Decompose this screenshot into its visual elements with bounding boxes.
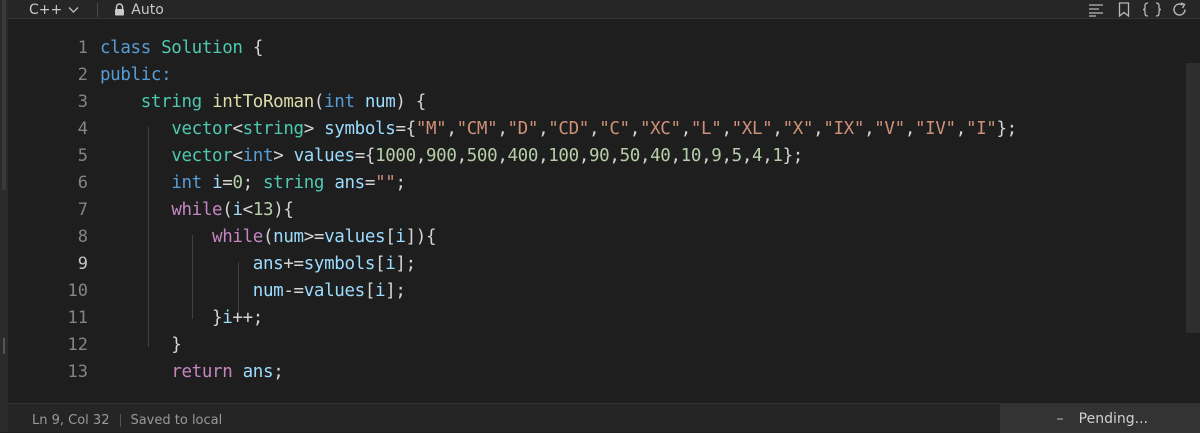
left-panel-edge (0, 0, 8, 432)
line-number: 11 (67, 308, 88, 328)
code-text: vector<string> symbols={"M","CM","D","CD… (171, 119, 1017, 139)
line-number: 1 (77, 38, 88, 58)
line-number: 5 (77, 146, 88, 166)
line-number: 3 (77, 92, 88, 112)
format-code-icon[interactable] (1086, 1, 1106, 19)
code-line: 12 } (8, 332, 1168, 359)
code-text: num-=values[i]; (252, 281, 406, 301)
code-text: while(num>=values[i]){ (212, 227, 437, 247)
reset-icon[interactable] (1170, 1, 1190, 19)
pending-label: Pending... (1078, 410, 1148, 427)
line-number: 12 (67, 335, 88, 355)
line-number: 9 (77, 254, 88, 274)
left-scroll-thumb[interactable] (2, 0, 6, 190)
braces-icon[interactable] (1142, 1, 1162, 19)
code-line: 10 num-=values[i]; (8, 278, 1168, 305)
code-editor[interactable]: 1 class Solution { 2 public: 3 string in… (8, 19, 1200, 401)
code-line: 1 class Solution { (8, 35, 1168, 62)
language-select[interactable]: C++ (29, 2, 79, 18)
code-line: 11 }i++; (8, 305, 1168, 332)
save-status: Saved to local (130, 413, 223, 428)
mode-indicator[interactable]: Auto (114, 2, 164, 18)
code-text: int i=0; string ans=""; (171, 173, 406, 193)
code-text: public: (100, 65, 172, 85)
code-text: } (100, 335, 182, 355)
code-text: vector<int> values={1000,900,500,400,100… (171, 146, 803, 166)
code-line: 2 public: (8, 62, 1168, 89)
code-line: 13 return ans; (8, 359, 1168, 386)
code-text: class Solution { (100, 38, 263, 58)
code-line: 5 vector<int> values={1000,900,500,400,1… (8, 143, 1168, 170)
line-number: 8 (77, 227, 88, 247)
code-line: 4 vector<string> symbols={"M","CM","D","… (8, 116, 1168, 143)
line-number: 10 (67, 281, 88, 301)
code-line: 7 while(i<13){ (8, 197, 1168, 224)
line-number: 13 (67, 362, 88, 382)
progress-dash (1056, 417, 1063, 420)
lock-icon (115, 3, 125, 16)
language-label: C++ (29, 1, 63, 18)
bookmark-icon[interactable] (1114, 1, 1134, 19)
line-number: 2 (77, 65, 88, 85)
cursor-position: Ln 9, Col 32 (32, 413, 110, 428)
mode-label: Auto (131, 1, 164, 18)
code-line-active: 9 ans+=symbols[i]; (8, 251, 1168, 278)
toolbar-divider (97, 2, 99, 17)
code-text: return ans; (171, 362, 284, 382)
status-bar: Ln 9, Col 32 Saved to local Pending... (8, 403, 1200, 433)
line-number: 7 (77, 200, 88, 220)
code-line: 6 int i=0; string ans=""; (8, 170, 1168, 197)
code-text: ans+=symbols[i]; (252, 254, 416, 274)
resize-grip[interactable] (3, 338, 5, 354)
pending-toast: Pending... (1000, 404, 1200, 433)
code-line: 8 while(num>=values[i]){ (8, 224, 1168, 251)
code-text: string intToRoman(int num) { (140, 92, 427, 112)
line-number: 6 (77, 173, 88, 193)
code-text: while(i<13){ (171, 200, 294, 220)
status-divider (120, 414, 122, 427)
chevron-down-icon (68, 6, 79, 13)
editor-toolbar: C++ Auto (8, 0, 1200, 19)
line-number: 4 (77, 119, 88, 139)
code-line: 3 string intToRoman(int num) { (8, 89, 1168, 116)
code-text: }i++; (100, 308, 263, 328)
editor-scrollbar[interactable] (1186, 63, 1200, 333)
